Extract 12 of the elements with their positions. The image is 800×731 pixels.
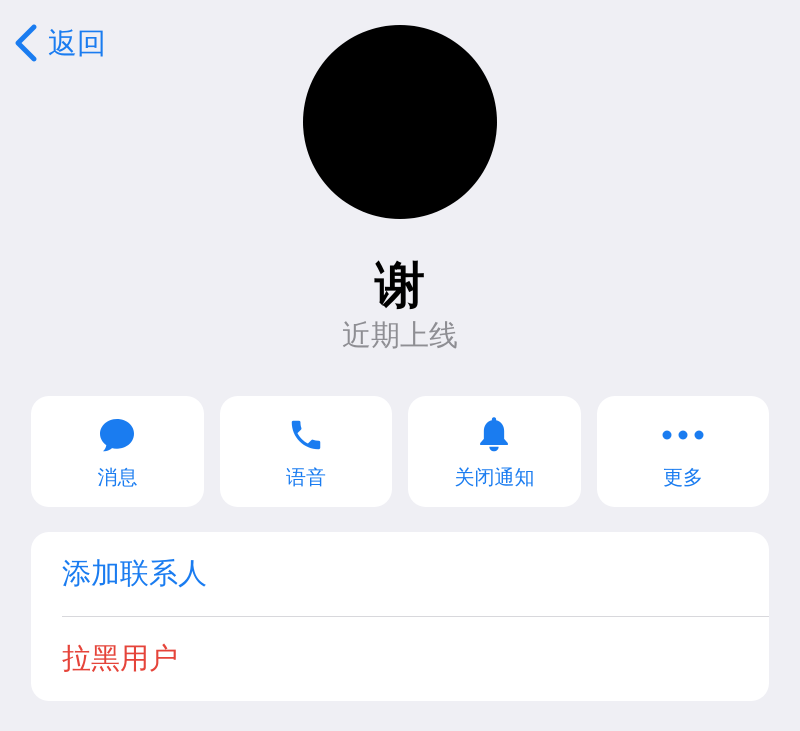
action-button[interactable]: 关闭通知 — [408, 396, 580, 507]
contact-name: 谢 — [375, 255, 425, 315]
menu-item[interactable]: 添加联系人 — [62, 532, 769, 616]
menu-item[interactable]: 拉黑用户 — [62, 617, 769, 701]
action-button[interactable]: 更多 — [596, 396, 769, 507]
status-text: 近期上线 — [342, 317, 458, 353]
action-button[interactable]: 语音 — [220, 396, 392, 507]
speech-bubble-icon — [99, 416, 136, 452]
action-button[interactable]: 消息 — [31, 396, 204, 507]
back-button[interactable]: 返回 — [14, 24, 106, 62]
chevron-left-icon — [14, 24, 38, 62]
more-icon — [662, 430, 704, 440]
